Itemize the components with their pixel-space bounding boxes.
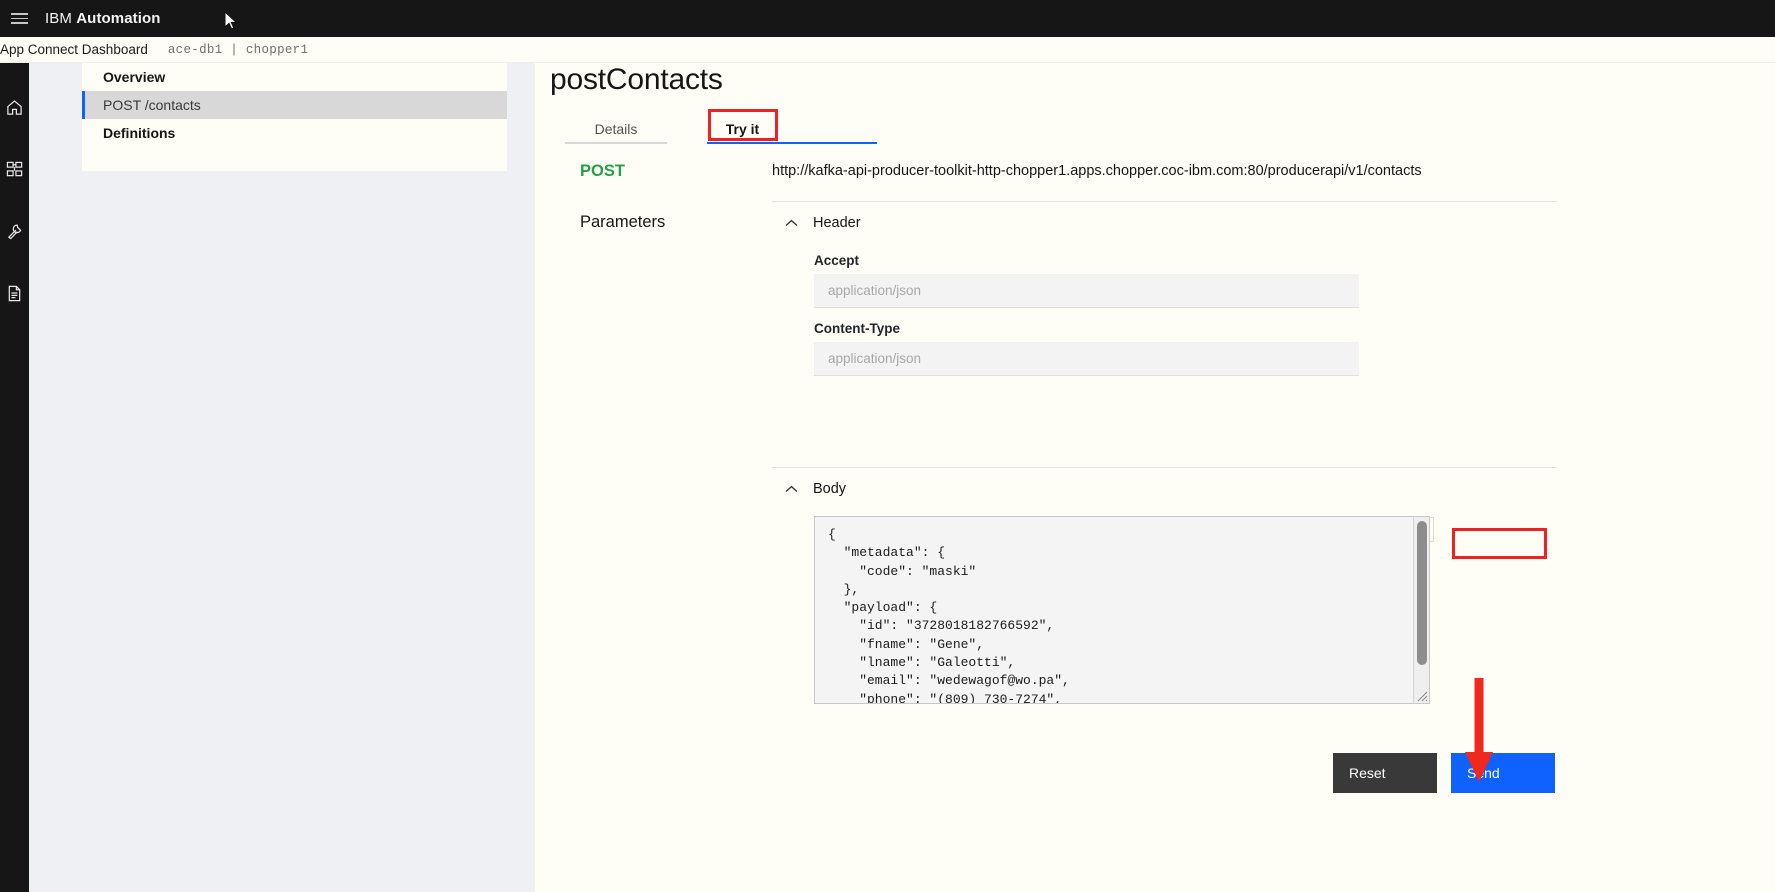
body-code-editor[interactable]: { "metadata": { "code": "maski" }, "payl… xyxy=(814,516,1430,704)
top-app-bar: IBM Automation xyxy=(0,0,1775,37)
hamburger-menu-icon[interactable] xyxy=(0,0,38,37)
sidebar-item-post-contacts[interactable]: POST /contacts xyxy=(82,91,507,119)
api-nav-panel: Overview POST /contacts Definitions xyxy=(82,63,507,171)
tab-details[interactable]: Details xyxy=(565,115,667,144)
section-divider xyxy=(772,467,1557,468)
request-url: http://kafka-api-producer-toolkit-http-c… xyxy=(772,163,1732,179)
sidebar-item-overview[interactable]: Overview xyxy=(82,63,507,91)
chevron-up-icon[interactable] xyxy=(780,219,802,228)
panel-gutter xyxy=(507,63,535,892)
document-icon[interactable] xyxy=(0,269,29,317)
field-label-content-type: Content-Type xyxy=(814,321,1557,336)
nav-panel-background: Overview POST /contacts Definitions xyxy=(29,63,507,892)
parameters-label: Parameters xyxy=(580,213,665,232)
accept-input[interactable] xyxy=(814,274,1359,308)
chevron-up-icon[interactable] xyxy=(780,485,802,494)
page-title: postContacts xyxy=(550,63,723,97)
main-content: postContacts Details Try it POST http://… xyxy=(535,63,1775,892)
nav-panel-spacer xyxy=(82,147,507,171)
http-method-label: POST xyxy=(580,162,625,181)
sidebar-item-definitions[interactable]: Definitions xyxy=(82,119,507,147)
tab-label: Try it xyxy=(726,121,759,137)
section-body-toggle[interactable]: Body xyxy=(772,472,1557,506)
brand-title: IBM Automation xyxy=(45,10,161,27)
tab-bar: Details Try it xyxy=(565,115,877,147)
brand-name: Automation xyxy=(76,10,160,27)
tab-label: Details xyxy=(595,121,638,137)
body-code-text[interactable]: { "metadata": { "code": "maski" }, "payl… xyxy=(815,517,1413,703)
section-title: Header xyxy=(813,215,861,231)
home-icon[interactable] xyxy=(0,83,29,131)
code-scrollbar[interactable] xyxy=(1413,517,1429,703)
breadcrumb-context: ace-db1 | chopper1 xyxy=(168,43,308,57)
field-label-accept: Accept xyxy=(814,253,1557,268)
section-title: Body xyxy=(813,481,846,497)
sidebar-item-label: Overview xyxy=(103,69,165,85)
tab-try-it[interactable]: Try it xyxy=(707,115,778,144)
section-header-toggle[interactable]: Header xyxy=(772,206,1557,240)
wrench-tools-icon[interactable] xyxy=(0,207,29,255)
section-header: Header Accept Content-Type xyxy=(772,201,1557,376)
breadcrumb: App Connect Dashboard ace-db1 | chopper1 xyxy=(0,37,1775,63)
sidebar-item-label: POST /contacts xyxy=(103,97,201,113)
content-type-input[interactable] xyxy=(814,342,1359,376)
dashboard-grid-icon[interactable] xyxy=(0,145,29,193)
reset-button[interactable]: Reset xyxy=(1333,753,1437,793)
breadcrumb-app-name[interactable]: App Connect Dashboard xyxy=(0,42,148,57)
left-icon-rail xyxy=(0,63,29,892)
code-scrollbar-thumb[interactable] xyxy=(1417,521,1427,665)
resize-handle-icon[interactable] xyxy=(1415,689,1428,702)
section-divider xyxy=(772,201,1557,202)
brand-prefix: IBM xyxy=(45,10,72,27)
sidebar-item-label: Definitions xyxy=(103,125,175,141)
send-button[interactable]: Send xyxy=(1451,753,1555,793)
tab-underline xyxy=(778,115,877,144)
